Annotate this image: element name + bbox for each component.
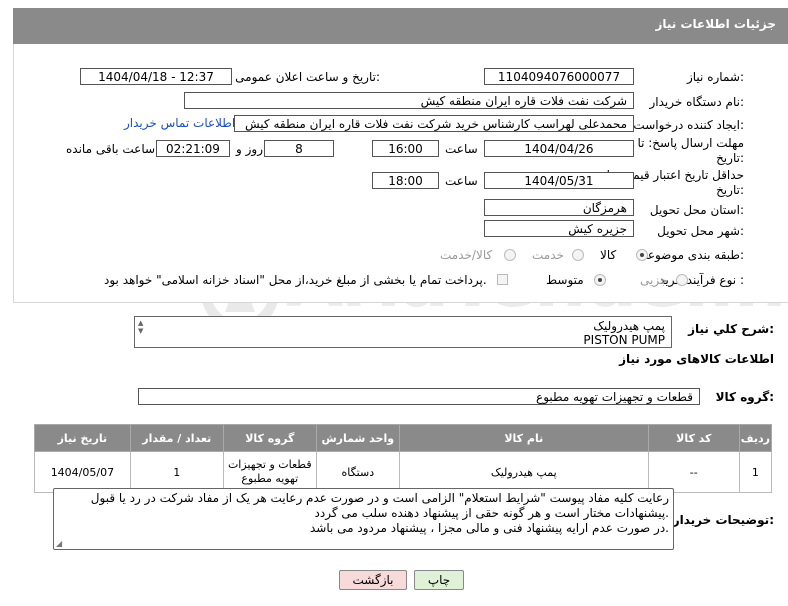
table-row: 1 -- پمپ هیدرولیک دستگاه قطعات و تجهیزات… <box>34 451 773 493</box>
col-unit: واحد شمارش <box>315 424 400 452</box>
print-button[interactable]: چاپ <box>414 570 464 590</box>
city-label: شهر محل تحویل: <box>657 224 744 238</box>
announce-field: 1404/04/18 - 12:37 <box>80 68 232 85</box>
category-goods-radio[interactable] <box>636 249 648 261</box>
goods-table-header-row: ردیف کد کالا نام کالا واحد شمارش گروه کا… <box>34 424 773 452</box>
reply-time-label: ساعت <box>445 142 478 156</box>
category-goods-label: کالا <box>600 248 617 262</box>
announce-label: تاریخ و ساعت اعلان عمومی: <box>235 70 380 84</box>
province-label: استان محل تحویل: <box>649 203 744 217</box>
remaining-time-field: 02:21:09 <box>156 140 230 157</box>
process-label: نوع فرآیند خرید : <box>659 273 744 287</box>
remaining-time-label: ساعت باقی مانده <box>66 142 156 156</box>
category-goods-service-label: کالا/خدمت <box>440 248 493 262</box>
process-medium-radio[interactable] <box>594 274 606 286</box>
buyer-notes-textarea[interactable]: رعایت کلیه مفاد پیوست "شرایط استعلام" ال… <box>53 488 674 550</box>
page-header: جزئیات اطلاعات نیاز <box>13 8 788 45</box>
need-number-field: 1104094076000077 <box>484 68 634 85</box>
buyer-notes-line-3: در صورت عدم ارایه پیشنهاد فنی و مالی مجز… <box>309 521 669 535</box>
need-number-label: شماره نیاز: <box>686 70 744 84</box>
goods-section-title: اطلاعات کالاهای مورد نیاز <box>619 352 774 366</box>
buyer-notes-line-2: پیشنهادات مختار است و هر گونه حقی از پیش… <box>314 506 669 520</box>
col-date: تاریخ نیاز <box>34 424 131 452</box>
goods-group-label: گروه کالا: <box>715 390 774 404</box>
description-scroll-arrows[interactable]: ▲ ▼ <box>138 319 148 335</box>
page-title: جزئیات اطلاعات نیاز <box>655 17 776 31</box>
reply-date-field: 1404/04/26 <box>484 140 634 157</box>
col-qty: تعداد / مقدار <box>129 424 224 452</box>
col-name: نام کالا <box>398 424 649 452</box>
cell-unit: دستگاه <box>315 451 400 493</box>
price-date-field: 1404/05/31 <box>484 172 634 189</box>
cell-name: پمپ هیدرولیک <box>398 451 649 493</box>
reply-deadline-label: مهلت ارسال پاسخ: تا تاریخ: <box>637 136 744 165</box>
description-line-1: پمپ هیدرولیک <box>593 319 665 333</box>
reply-time-field: 16:00 <box>372 140 439 157</box>
cell-row-no: 1 <box>738 451 773 493</box>
cell-code: -- <box>647 451 740 493</box>
category-label: طبقه بندی موضوعی: <box>637 248 744 262</box>
creator-field: محمدعلی لهراسب کارشناس خرید شرکت نفت فلا… <box>234 115 634 132</box>
category-goods-service-radio[interactable] <box>504 249 516 261</box>
description-line-2: PISTON PUMP <box>583 333 665 347</box>
province-field: هرمزگان <box>484 199 634 216</box>
buyer-org-field: شرکت نفت فلات قاره ایران منطقه کیش <box>184 92 634 109</box>
back-button[interactable]: بازگشت <box>339 570 407 590</box>
price-time-label: ساعت <box>445 174 478 188</box>
city-field: جزیره کیش <box>484 220 634 237</box>
col-row-no: ردیف <box>738 424 773 452</box>
description-textarea[interactable]: ▲ ▼ پمپ هیدرولیک PISTON PUMP <box>134 316 672 348</box>
buyer-org-label: نام دستگاه خریدار: <box>649 95 745 109</box>
cell-date: 1404/05/07 <box>34 451 131 493</box>
goods-group-field: قطعات و تجهیزات تهویه مطبوع <box>138 388 700 405</box>
price-time-field: 18:00 <box>372 172 439 189</box>
treasury-payment-note: پرداخت تمام یا بخشی از مبلغ خرید،از محل … <box>104 273 487 287</box>
col-group: گروه کالا <box>222 424 317 452</box>
process-minor-label: جزیی <box>640 273 668 287</box>
category-service-label: خدمت <box>532 248 564 262</box>
days-label: روز و <box>236 142 263 156</box>
creator-label: ایجاد کننده درخواست: <box>633 118 744 132</box>
col-code: کد کالا <box>647 424 740 452</box>
category-service-radio[interactable] <box>572 249 584 261</box>
treasury-payment-checkbox[interactable] <box>497 274 508 285</box>
cell-group: قطعات و تجهیزات تهویه مطبوع <box>222 451 317 493</box>
cell-qty: 1 <box>129 451 224 493</box>
contact-buyer-link[interactable]: اطلاعات تماس خریدار <box>124 116 235 130</box>
buyer-notes-label: توضیحات خریدار: <box>672 513 774 527</box>
resize-handle-icon[interactable]: ◢ <box>56 539 62 548</box>
goods-table: ردیف کد کالا نام کالا واحد شمارش گروه کا… <box>34 424 773 493</box>
process-minor-radio[interactable] <box>676 274 688 286</box>
process-medium-label: متوسط <box>546 273 584 287</box>
days-field: 8 <box>264 140 334 157</box>
buyer-notes-line-1: رعایت کلیه مفاد پیوست "شرایط استعلام" ال… <box>90 491 669 505</box>
description-label: شرح کلي نياز: <box>688 322 774 336</box>
